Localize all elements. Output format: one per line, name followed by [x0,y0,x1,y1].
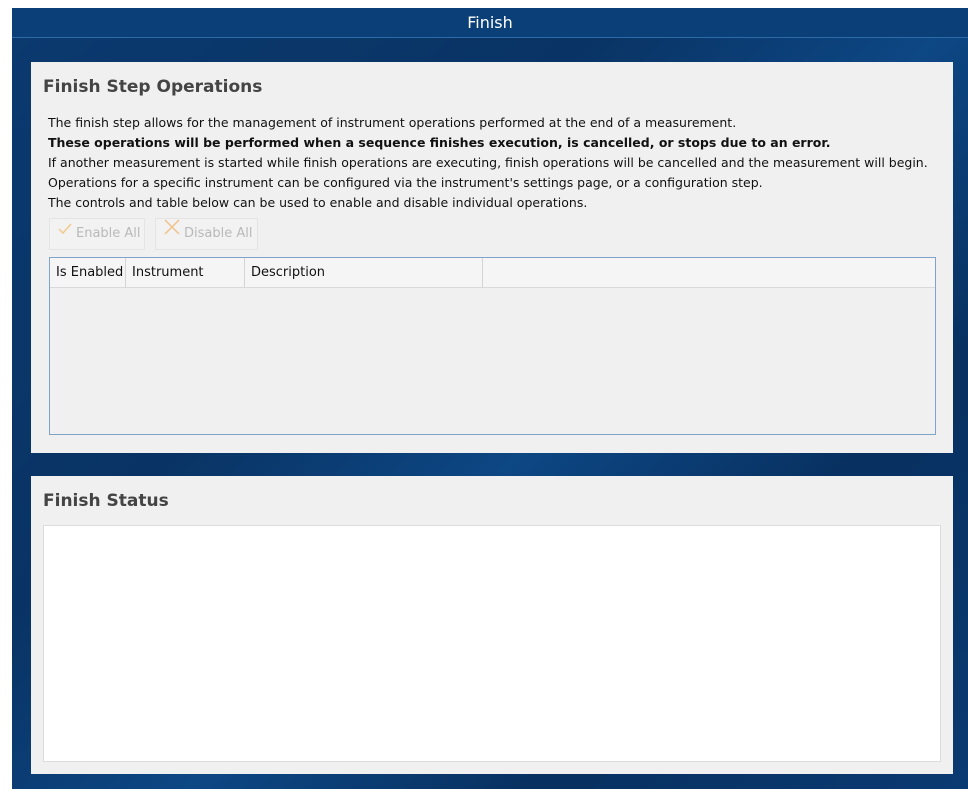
operations-description: The finish step allows for the managemen… [48,113,948,213]
operations-table[interactable]: Is Enabled Instrument Description [49,257,936,435]
operations-heading: Finish Step Operations [43,77,263,97]
status-output-box[interactable] [43,525,941,762]
status-heading: Finish Status [43,491,169,511]
finish-status-panel: Finish Status [31,476,953,774]
table-header: Is Enabled Instrument Description [50,258,935,288]
checkmark-icon [58,217,72,247]
column-header-instrument[interactable]: Instrument [126,258,245,287]
description-line: If another measurement is started while … [48,155,928,170]
app-window: Finish Finish Step Operations The finish… [12,8,968,789]
enable-all-button[interactable]: Enable All [49,218,145,250]
finish-step-operations-panel: Finish Step Operations The finish step a… [31,62,953,453]
disable-all-label: Disable All [184,226,253,241]
description-line: Operations for a specific instrument can… [48,175,763,190]
column-header-is-enabled[interactable]: Is Enabled [50,258,126,287]
window-title: Finish [12,8,968,38]
description-line-bold: These operations will be performed when … [48,135,831,150]
disable-all-button[interactable]: Disable All [155,218,258,250]
enable-all-label: Enable All [76,226,141,241]
description-line: The controls and table below can be used… [48,195,588,210]
description-line: The finish step allows for the managemen… [48,115,737,130]
column-header-description[interactable]: Description [245,258,483,287]
x-icon [164,217,180,247]
